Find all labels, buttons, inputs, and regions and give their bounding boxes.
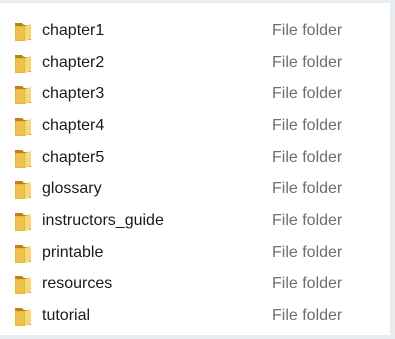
file-type: File folder xyxy=(272,211,343,229)
file-row-tutorial[interactable]: tutorial File folder xyxy=(0,300,390,332)
file-type: File folder xyxy=(272,148,343,166)
file-name: chapter2 xyxy=(42,53,105,71)
folder-icon xyxy=(13,115,33,137)
file-type: File folder xyxy=(272,275,343,293)
folder-icon xyxy=(13,210,33,232)
folder-icon xyxy=(13,147,33,169)
file-row-chapter1[interactable]: chapter1 File folder xyxy=(0,15,390,47)
file-name: resources xyxy=(42,275,113,293)
folder-icon xyxy=(13,305,33,327)
file-list: chapter1 File folder chapter2 File folde… xyxy=(0,15,390,332)
file-name: printable xyxy=(42,243,104,261)
file-name: chapter3 xyxy=(42,85,105,103)
file-row-chapter2[interactable]: chapter2 File folder xyxy=(0,47,390,79)
file-name: glossary xyxy=(42,180,102,198)
file-row-chapter4[interactable]: chapter4 File folder xyxy=(0,110,390,142)
file-name: chapter4 xyxy=(42,116,105,134)
file-row-instructors-guide[interactable]: instructors_guide File folder xyxy=(0,205,390,237)
folder-icon xyxy=(13,178,33,200)
file-name: tutorial xyxy=(42,307,91,325)
file-row-printable[interactable]: printable File folder xyxy=(0,237,390,269)
file-name: chapter1 xyxy=(42,21,105,39)
window-bottom-edge xyxy=(0,335,395,339)
file-type: File folder xyxy=(272,243,343,261)
file-name: chapter5 xyxy=(42,148,105,166)
file-row-chapter3[interactable]: chapter3 File folder xyxy=(0,78,390,110)
file-row-resources[interactable]: resources File folder xyxy=(0,269,390,301)
folder-icon xyxy=(13,83,33,105)
folder-icon xyxy=(13,52,33,74)
folder-icon xyxy=(13,20,33,42)
file-row-chapter5[interactable]: chapter5 File folder xyxy=(0,142,390,174)
file-name: instructors_guide xyxy=(42,211,164,229)
file-type: File folder xyxy=(272,21,343,39)
file-row-glossary[interactable]: glossary File folder xyxy=(0,173,390,205)
file-type: File folder xyxy=(272,53,343,71)
file-type: File folder xyxy=(272,180,343,198)
file-type: File folder xyxy=(272,307,343,325)
file-type: File folder xyxy=(272,85,343,103)
window-right-edge xyxy=(390,0,395,339)
file-type: File folder xyxy=(272,116,343,134)
window-top-edge xyxy=(0,0,395,3)
folder-icon xyxy=(13,273,33,295)
folder-icon xyxy=(13,242,33,264)
